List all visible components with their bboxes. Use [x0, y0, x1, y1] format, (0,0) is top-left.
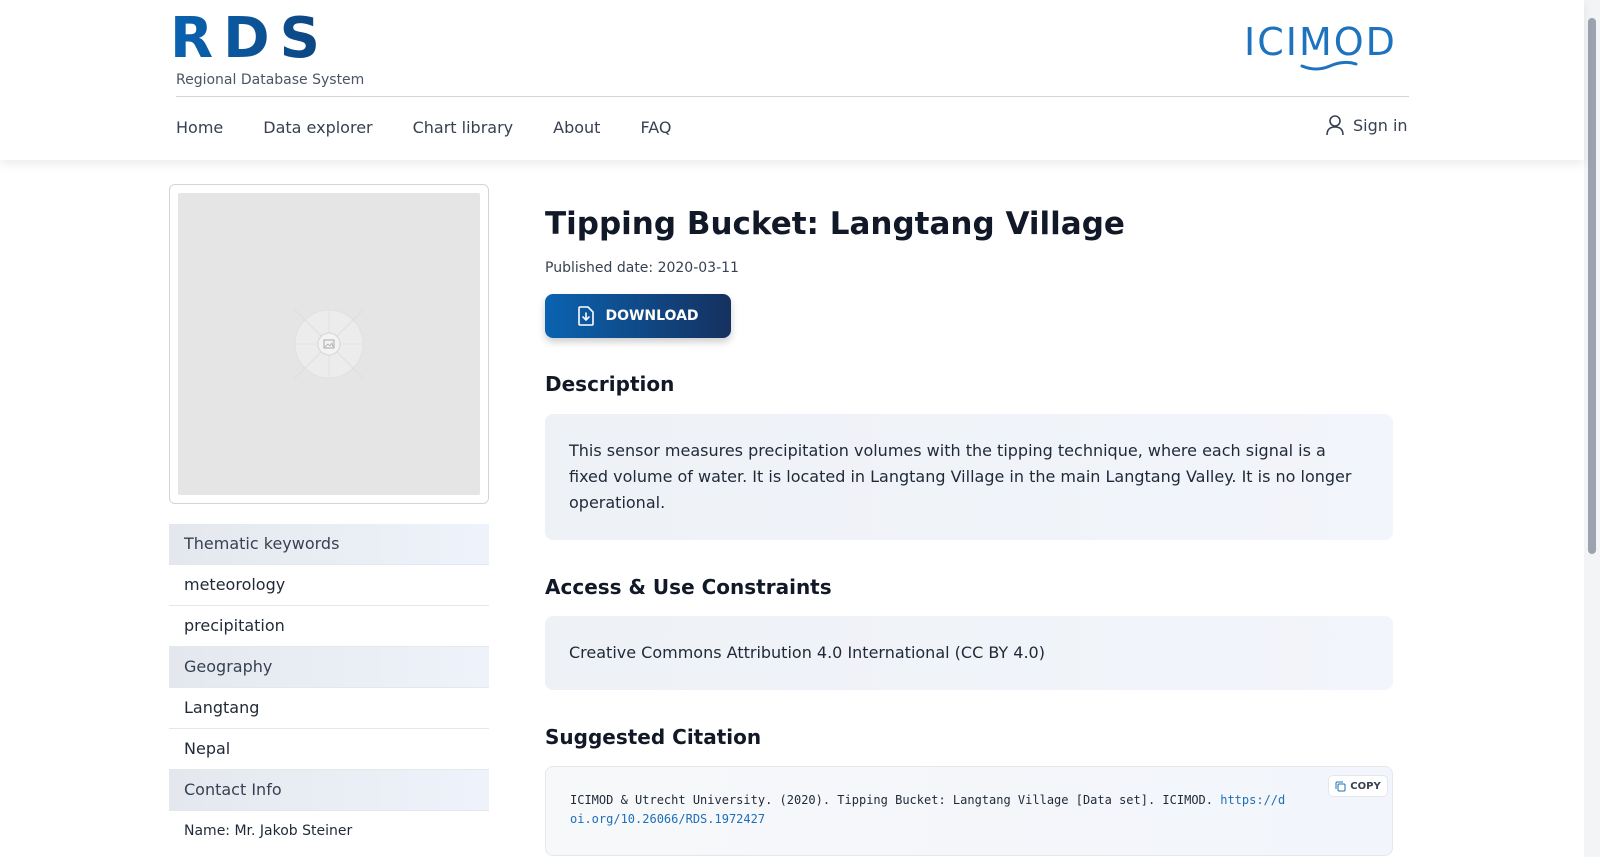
header-divider: [176, 96, 1409, 97]
logo-mark: RDS: [170, 8, 364, 70]
nav-data-explorer[interactable]: Data explorer: [263, 118, 372, 137]
dataset-metadata-list: Thematic keywords meteorology precipitat…: [169, 524, 489, 839]
copy-citation-button[interactable]: COPY: [1328, 775, 1388, 797]
main-nav: Home Data explorer Chart library About F…: [176, 118, 711, 137]
download-file-icon: [578, 306, 595, 326]
description-panel: This sensor measures precipitation volum…: [545, 414, 1393, 540]
copy-label: COPY: [1350, 780, 1381, 792]
contact-name: Name: Mr. Jakob Steiner: [184, 823, 353, 839]
geography-item[interactable]: Langtang: [169, 688, 489, 729]
description-text: This sensor measures precipitation volum…: [569, 441, 1352, 512]
citation-body: ICIMOD & Utrecht University. (2020). Tip…: [570, 793, 1221, 807]
scrollbar-thumb[interactable]: [1588, 18, 1596, 554]
site-header: RDS Regional Database System ICIMOD Home…: [0, 0, 1584, 160]
nav-faq[interactable]: FAQ: [640, 118, 671, 137]
thumbnail-placeholder: [178, 193, 480, 495]
image-placeholder-icon: [294, 309, 364, 379]
geography-heading: Geography: [169, 647, 489, 688]
download-button[interactable]: DOWNLOAD: [545, 294, 731, 338]
sign-in-link[interactable]: Sign in: [1325, 114, 1408, 136]
copy-icon: [1335, 781, 1346, 791]
geography-item[interactable]: Nepal: [169, 729, 489, 770]
description-heading: Description: [545, 372, 675, 396]
logo-subtitle: Regional Database System: [176, 72, 365, 88]
dataset-thumbnail: [169, 184, 489, 504]
page-scrollbar[interactable]: [1584, 0, 1600, 857]
icimod-logo-text: ICIMOD: [1244, 20, 1397, 64]
icimod-logo[interactable]: ICIMOD: [1244, 20, 1410, 71]
nav-chart-library[interactable]: Chart library: [413, 118, 514, 137]
page-title: Tipping Bucket: Langtang Village: [545, 206, 1125, 242]
license-panel: Creative Commons Attribution 4.0 Interna…: [545, 616, 1393, 690]
citation-heading: Suggested Citation: [545, 725, 762, 749]
user-icon: [1326, 115, 1344, 136]
icimod-wave-icon: [1300, 60, 1358, 71]
sign-in-label: Sign in: [1353, 115, 1408, 135]
nav-home[interactable]: Home: [176, 118, 223, 137]
license-text: Creative Commons Attribution 4.0 Interna…: [569, 643, 1045, 662]
keyword-item[interactable]: precipitation: [169, 606, 489, 647]
contact-info-heading: Contact Info: [169, 770, 489, 811]
citation-panel: ICIMOD & Utrecht University. (2020). Tip…: [545, 766, 1393, 856]
citation-text: ICIMOD & Utrecht University. (2020). Tip…: [570, 791, 1290, 829]
keyword-item[interactable]: meteorology: [169, 565, 489, 606]
rds-logo[interactable]: RDS Regional Database System: [170, 8, 365, 89]
thematic-keywords-heading: Thematic keywords: [169, 524, 489, 565]
nav-about[interactable]: About: [553, 118, 600, 137]
access-heading: Access & Use Constraints: [545, 575, 832, 599]
download-label: DOWNLOAD: [605, 308, 699, 324]
published-date: Published date: 2020-03-11: [545, 260, 739, 276]
